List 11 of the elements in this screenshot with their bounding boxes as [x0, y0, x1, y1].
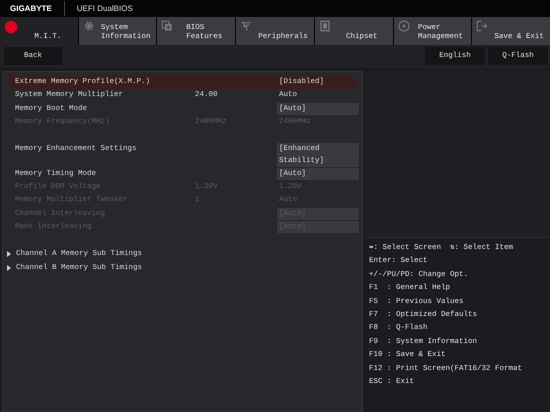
- exit-icon: [476, 20, 488, 32]
- plus-icon: [161, 20, 174, 32]
- connector-icon: [240, 20, 252, 32]
- chip-icon: [318, 20, 331, 32]
- brand-logo: GIGABYTE: [0, 1, 65, 16]
- gear-icon: [82, 20, 95, 32]
- triangle-icon: [7, 264, 11, 271]
- bolt-icon: [398, 20, 410, 32]
- product-title: UEFI DualBIOS: [76, 4, 133, 13]
- dot-icon: [4, 20, 18, 34]
- triangle-icon: [7, 251, 11, 258]
